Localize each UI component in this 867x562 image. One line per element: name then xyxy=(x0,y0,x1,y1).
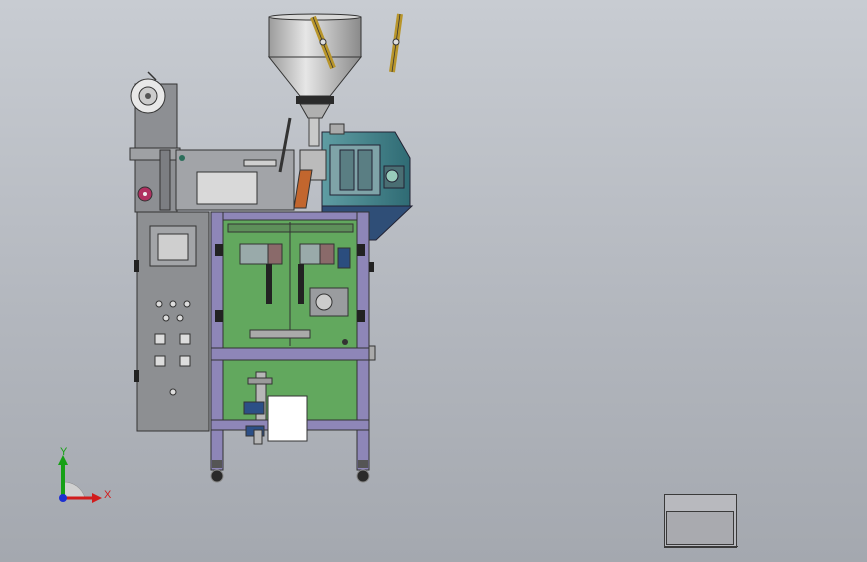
axis-y-label: Y xyxy=(60,446,68,458)
caster-wheels xyxy=(210,460,370,483)
axis-x-label: X xyxy=(104,489,112,501)
hopper xyxy=(267,13,363,147)
view-orientation-cube[interactable] xyxy=(664,494,738,551)
film-roll-holder xyxy=(129,71,181,213)
view-cube-front-face[interactable] xyxy=(666,511,734,545)
control-cabinet xyxy=(134,211,210,432)
guard-panel-upper xyxy=(222,219,358,349)
axis-triad xyxy=(58,455,102,503)
guard-panel-lower xyxy=(222,359,358,445)
machine-model[interactable]: Y X xyxy=(0,0,867,562)
cad-viewport[interactable]: Y X xyxy=(0,0,867,562)
floating-rod-right xyxy=(389,13,403,73)
view-cube-base xyxy=(665,546,738,551)
upper-control-box xyxy=(175,117,295,211)
